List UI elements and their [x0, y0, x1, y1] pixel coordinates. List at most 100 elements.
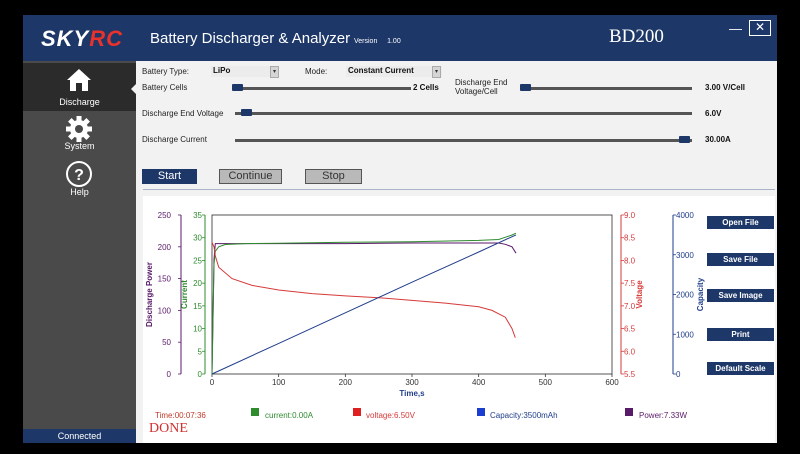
skyrc-logo: SKYRC	[41, 26, 124, 51]
save-file-button[interactable]: Save File	[707, 253, 774, 266]
x-tick-label: 400	[472, 378, 486, 387]
current-tick-label: 30	[193, 234, 202, 243]
divider	[143, 189, 775, 190]
discharge-end-voltage-label: Discharge End Voltage	[142, 109, 224, 118]
power-tick-label: 50	[162, 338, 171, 347]
default-scale-button[interactable]: Default Scale	[707, 362, 774, 375]
battery-type-value: LiPo	[213, 66, 231, 75]
discharge-end-cell-slider-thumb[interactable]	[520, 84, 531, 91]
voltage-tick-label: 9.0	[624, 211, 636, 220]
active-indicator	[131, 83, 137, 95]
mode-label: Mode:	[305, 67, 328, 76]
power-legend: Power:7.33W	[639, 411, 688, 420]
voltage-tick-label: 7.0	[624, 302, 636, 311]
app-window: SKYRC Battery Discharger & Analyzer Vers…	[23, 15, 777, 443]
discharge-end-cell-label: Discharge End Voltage/Cell	[455, 78, 508, 96]
chevron-down-icon: ▾	[432, 66, 441, 78]
discharge-end-voltage-slider-thumb[interactable]	[241, 109, 252, 116]
power-tick-label: 150	[158, 275, 172, 284]
chevron-down-icon: ▾	[270, 66, 279, 78]
current-tick-label: 0	[198, 370, 203, 379]
current-tick-label: 20	[193, 279, 202, 288]
capacity-tick-label: 1000	[676, 330, 694, 339]
title-bar: SKYRC Battery Discharger & Analyzer Vers…	[23, 15, 777, 61]
continue-button[interactable]: Continue	[219, 169, 282, 184]
current-legend: current:0.00A	[265, 411, 314, 420]
discharge-end-voltage-value: 6.0V	[705, 109, 722, 118]
voltage-tick-label: 8.5	[624, 234, 636, 243]
current-axis-label: Current	[180, 280, 189, 309]
sidebar-item-label: System	[64, 141, 95, 151]
current-tick-label: 25	[193, 256, 202, 265]
x-axis-label: Time,s	[399, 389, 425, 398]
sidebar-item-system[interactable]: System	[23, 111, 136, 155]
battery-type-label: Battery Type:	[142, 67, 189, 76]
done-status: DONE	[149, 421, 188, 436]
capacity-legend: Capacity:3500mAh	[490, 411, 558, 420]
voltage-tick-label: 6.5	[624, 325, 636, 334]
current-tick-label: 35	[193, 211, 202, 220]
gear-icon	[66, 116, 92, 142]
current-tick-label: 5	[198, 347, 203, 356]
capacity-tick-label: 4000	[676, 211, 694, 220]
capacity-tick-label: 2000	[676, 291, 694, 300]
power-tick-label: 250	[158, 211, 172, 220]
voltage-legend-swatch	[353, 408, 361, 416]
capacity-tick-label: 0	[676, 370, 681, 379]
version-label: Version 1.00	[354, 38, 401, 45]
battery-cells-value: 2 Cells	[413, 83, 439, 92]
open-file-button[interactable]: Open File	[707, 216, 774, 229]
battery-type-select[interactable]: LiPo ▾	[211, 66, 279, 78]
discharge-end-voltage-slider[interactable]	[235, 112, 692, 115]
discharge-chart: 0 100 200 300 400 500 600Time,s250200150100500…	[145, 211, 705, 398]
discharge-current-label: Discharge Current	[142, 135, 207, 144]
voltage-axis-label: Voltage	[635, 280, 644, 309]
save-image-button[interactable]: Save Image	[707, 289, 774, 302]
x-tick-label: 600	[605, 378, 619, 387]
sidebar-item-label: Help	[70, 187, 89, 197]
x-tick-label: 500	[539, 378, 553, 387]
battery-cells-label: Battery Cells	[142, 83, 188, 92]
voltage-tick-label: 5.5	[624, 370, 636, 379]
sidebar-item-help[interactable]: ? Help	[23, 157, 136, 201]
current-legend-swatch	[251, 408, 259, 416]
x-tick-label: 0	[210, 378, 215, 387]
app-title: Battery Discharger & Analyzer	[150, 30, 351, 47]
discharge-end-cell-slider[interactable]	[521, 87, 692, 90]
mode-select[interactable]: Constant Current ▾	[346, 66, 442, 78]
capacity-tick-label: 3000	[676, 251, 694, 260]
power-legend-swatch	[625, 408, 633, 416]
minimize-button[interactable]: —	[729, 21, 742, 36]
print-button[interactable]: Print	[707, 328, 774, 341]
current-tick-label: 15	[193, 302, 202, 311]
mode-value: Constant Current	[348, 66, 414, 75]
elapsed-time: Time:00:07:36	[155, 411, 206, 420]
stop-button[interactable]: Stop	[305, 169, 362, 184]
discharge-current-slider[interactable]	[235, 139, 692, 142]
discharge-current-slider-thumb[interactable]	[679, 136, 690, 143]
x-tick-label: 300	[405, 378, 419, 387]
sidebar-item-label: Discharge	[59, 97, 100, 107]
close-button[interactable]: ✕	[749, 20, 771, 36]
start-button[interactable]: Start	[142, 169, 197, 184]
svg-text:?: ?	[74, 167, 84, 184]
current-tick-label: 10	[193, 325, 202, 334]
sidebar-item-discharge[interactable]: Discharge	[23, 63, 137, 111]
power-tick-label: 100	[158, 306, 172, 315]
power-tick-label: 0	[167, 370, 172, 379]
voltage-legend: voltage:6.50V	[366, 411, 415, 420]
power-tick-label: 200	[158, 243, 172, 252]
home-icon	[67, 69, 91, 91]
voltage-tick-label: 6.0	[624, 347, 636, 356]
capacity-axis-label: Capacity	[696, 277, 705, 311]
help-icon: ?	[66, 161, 92, 187]
sidebar: Discharge System ? Help Connected	[23, 61, 137, 443]
battery-cells-slider-thumb[interactable]	[232, 84, 243, 91]
battery-cells-slider[interactable]	[235, 87, 411, 90]
x-tick-label: 200	[339, 378, 353, 387]
model-name: BD200	[609, 26, 664, 47]
discharge-end-cell-value: 3.00 V/Cell	[705, 83, 746, 92]
plot-frame	[211, 214, 613, 375]
voltage-tick-label: 8.0	[624, 256, 636, 265]
chart-panel: 0 100 200 300 400 500 600 Time,s 250 200 150 100 50 0…	[143, 196, 775, 443]
